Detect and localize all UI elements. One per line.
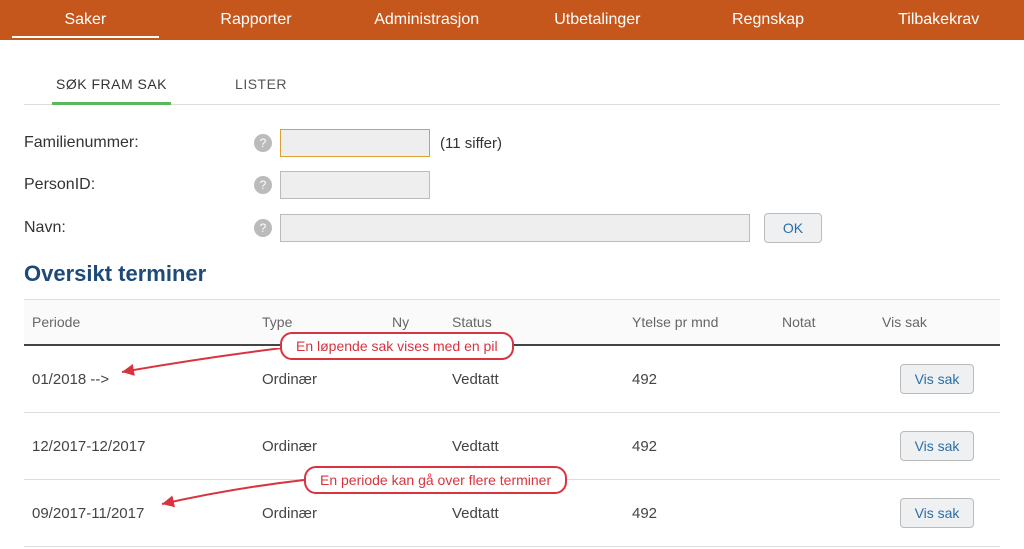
callout-arrow-icon [112,348,292,378]
subtab-label: LISTER [235,76,287,92]
cell-notat [774,346,874,413]
help-icon[interactable]: ? [254,176,272,194]
tab-sok-fram-sak[interactable]: SØK FRAM SAK [52,70,171,105]
subtabs: SØK FRAM SAK LISTER [24,60,1000,105]
callout-mid: En periode kan gå over flere terminer [304,466,567,494]
familienummer-label: Familienummer: [24,134,254,152]
row-navn: Navn: ? OK [24,213,1000,243]
cell-notat [774,480,874,547]
nav-label: Administrasjon [374,11,479,29]
th-vissak: Vis sak [874,300,1000,346]
nav-rapporter[interactable]: Rapporter [171,0,342,40]
page-body: SØK FRAM SAK LISTER Familienummer: ? (11… [0,40,1024,547]
nav-label: Utbetalinger [554,11,640,29]
personid-input[interactable] [280,171,430,199]
vis-sak-button[interactable]: Vis sak [900,364,975,394]
th-periode: Periode [24,300,254,346]
search-form: Familienummer: ? (11 siffer) PersonID: ?… [24,129,1000,243]
nav-utbetalinger[interactable]: Utbetalinger [512,0,683,40]
tab-lister[interactable]: LISTER [231,70,291,104]
help-icon[interactable]: ? [254,219,272,237]
nav-label: Saker [64,11,106,29]
nav-label: Rapporter [220,11,291,29]
terminer-table: Periode Type Ny Status Ytelse pr mnd Not… [24,299,1000,547]
cell-ytelse: 492 [624,480,774,547]
personid-label: PersonID: [24,176,254,194]
row-personid: PersonID: ? [24,171,1000,199]
nav-label: Tilbakekrav [898,11,979,29]
nav-saker[interactable]: Saker [0,0,171,40]
cell-notat [774,413,874,480]
top-nav: Saker Rapporter Administrasjon Utbetalin… [0,0,1024,40]
navn-label: Navn: [24,219,254,237]
subtab-label: SØK FRAM SAK [56,76,167,92]
nav-label: Regnskap [732,11,804,29]
row-familienummer: Familienummer: ? (11 siffer) [24,129,1000,157]
section-title: Oversikt terminer [24,261,1000,287]
nav-administrasjon[interactable]: Administrasjon [341,0,512,40]
familienummer-hint: (11 siffer) [440,135,502,152]
th-ytelse: Ytelse pr mnd [624,300,774,346]
navn-input[interactable] [280,214,750,242]
nav-regnskap[interactable]: Regnskap [683,0,854,40]
th-notat: Notat [774,300,874,346]
ok-button[interactable]: OK [764,213,822,243]
vis-sak-button[interactable]: Vis sak [900,498,975,528]
cell-periode: 12/2017-12/2017 [24,413,254,480]
cell-ytelse: 492 [624,413,774,480]
help-icon[interactable]: ? [254,134,272,152]
callout-arrow-icon [154,476,314,510]
vis-sak-button[interactable]: Vis sak [900,431,975,461]
familienummer-input[interactable] [280,129,430,157]
nav-tilbakekrav[interactable]: Tilbakekrav [853,0,1024,40]
cell-ytelse: 492 [624,346,774,413]
callout-top: En løpende sak vises med en pil [280,332,514,360]
